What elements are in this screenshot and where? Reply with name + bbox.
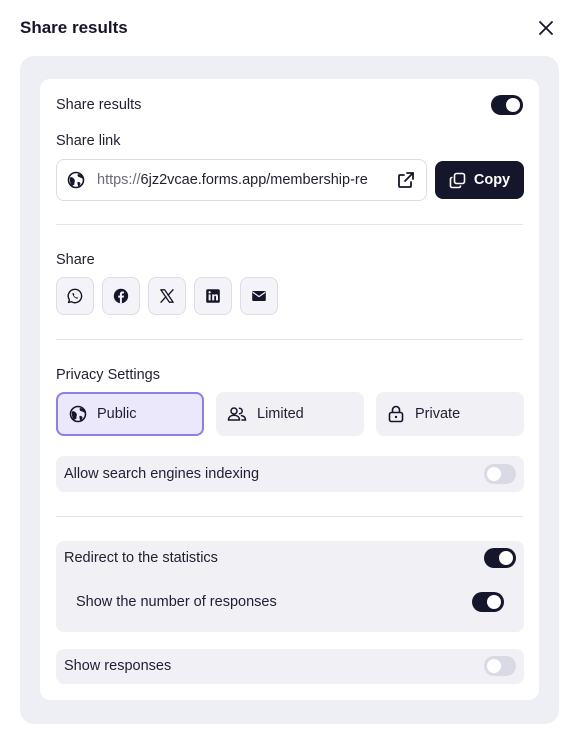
show-responses-row: Show responses [64, 656, 516, 676]
privacy-options: Public Limited Private [56, 392, 524, 436]
share-link-url: https://6jz2vcae.forms.app/membership-re [97, 172, 368, 188]
x-icon [160, 289, 174, 303]
globe-icon [67, 171, 85, 189]
share-whatsapp-button[interactable] [56, 277, 94, 315]
globe-icon [69, 405, 87, 423]
share-results-label: Share results [56, 97, 142, 113]
dialog-header: Share results [20, 16, 558, 40]
share-results-toggle[interactable] [491, 95, 523, 115]
divider [56, 339, 523, 340]
copy-label: Copy [473, 172, 511, 188]
share-link-label: Share link [56, 133, 121, 149]
share-link-field[interactable]: https://6jz2vcae.forms.app/membership-re [56, 159, 427, 201]
external-link-icon[interactable] [396, 170, 416, 190]
statistics-panel: Redirect to the statistics Show the numb… [56, 541, 524, 632]
show-responses-panel: Show responses [56, 649, 524, 684]
search-indexing-row: Allow search engines indexing [64, 464, 516, 484]
share-icons [56, 277, 278, 315]
show-count-toggle[interactable] [472, 592, 504, 612]
privacy-option-label: Private [415, 406, 461, 422]
share-card: Share results Share link https://6jz2vca… [40, 79, 539, 700]
privacy-option-limited[interactable]: Limited [216, 392, 364, 436]
copy-button[interactable]: Copy [435, 161, 524, 199]
mail-icon [252, 291, 266, 301]
share-x-button[interactable] [148, 277, 186, 315]
show-count-row: Show the number of responses [76, 592, 504, 612]
users-icon [227, 407, 247, 421]
share-linkedin-button[interactable] [194, 277, 232, 315]
privacy-option-label: Limited [257, 406, 304, 422]
lock-icon [388, 405, 404, 423]
privacy-option-label: Public [97, 406, 137, 422]
close-icon [539, 21, 553, 35]
show-count-label: Show the number of responses [76, 594, 277, 610]
search-indexing-label: Allow search engines indexing [64, 466, 260, 482]
redirect-statistics-toggle[interactable] [484, 548, 516, 568]
redirect-statistics-row: Redirect to the statistics [64, 548, 516, 568]
search-indexing-panel: Allow search engines indexing [56, 456, 524, 492]
share-link-heading: Share link [56, 129, 523, 153]
divider [56, 224, 523, 225]
dialog-body: Share results Share link https://6jz2vca… [20, 56, 559, 724]
close-button[interactable] [534, 16, 558, 40]
search-indexing-toggle[interactable] [484, 464, 516, 484]
whatsapp-icon [67, 288, 83, 304]
redirect-statistics-label: Redirect to the statistics [64, 550, 218, 566]
linkedin-icon [206, 289, 220, 303]
share-results-row: Share results [56, 93, 523, 117]
privacy-option-public[interactable]: Public [56, 392, 204, 436]
share-email-button[interactable] [240, 277, 278, 315]
privacy-label: Privacy Settings [56, 367, 160, 383]
show-responses-label: Show responses [64, 658, 172, 674]
copy-icon [449, 172, 466, 188]
share-heading: Share [56, 248, 523, 272]
privacy-option-private[interactable]: Private [376, 392, 524, 436]
privacy-heading: Privacy Settings [56, 363, 523, 387]
share-label: Share [56, 252, 95, 268]
facebook-icon [113, 288, 129, 304]
divider [56, 516, 523, 517]
share-facebook-button[interactable] [102, 277, 140, 315]
dialog-title: Share results [20, 18, 128, 37]
show-responses-toggle[interactable] [484, 656, 516, 676]
